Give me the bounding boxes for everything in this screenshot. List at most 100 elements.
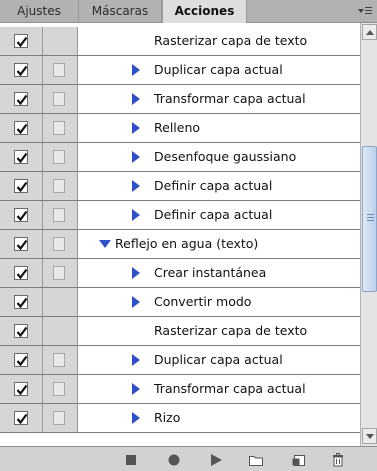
scroll-down-button[interactable] bbox=[362, 428, 377, 444]
expand-triangle-right-icon[interactable] bbox=[132, 209, 140, 221]
action-row[interactable]: Convertir modo bbox=[0, 288, 360, 317]
actions-list: Rasterizar capa de texto Duplicar capa ac… bbox=[0, 23, 360, 446]
toggle-dialog-box[interactable] bbox=[53, 179, 65, 193]
scroll-thumb[interactable] bbox=[362, 146, 377, 292]
action-content: Rasterizar capa de texto bbox=[78, 317, 360, 345]
toggle-item-checkbox[interactable] bbox=[14, 237, 28, 251]
dialog-column bbox=[43, 56, 78, 84]
toggle-dialog-box[interactable] bbox=[53, 63, 65, 77]
action-row[interactable]: Duplicar capa actual bbox=[0, 56, 360, 85]
new-item-icon bbox=[292, 455, 305, 466]
play-selection-button[interactable] bbox=[208, 452, 224, 466]
expand-triangle-right-icon[interactable] bbox=[132, 93, 140, 105]
checkmark-icon bbox=[16, 384, 28, 396]
toggle-item-checkbox[interactable] bbox=[14, 179, 28, 193]
toggle-dialog-box[interactable] bbox=[53, 92, 65, 106]
toggle-column bbox=[0, 56, 43, 84]
action-content: Relleno bbox=[78, 114, 360, 142]
delete-button[interactable] bbox=[330, 452, 346, 467]
record-button[interactable] bbox=[166, 452, 182, 466]
action-content: Desenfoque gaussiano bbox=[78, 143, 360, 171]
folder-icon bbox=[249, 456, 263, 466]
tab-mascaras[interactable]: Máscaras bbox=[79, 0, 162, 22]
dialog-column bbox=[43, 288, 78, 316]
toggle-dialog-box[interactable] bbox=[53, 353, 65, 367]
expand-triangle-down-icon[interactable] bbox=[99, 240, 111, 248]
expand-triangle-right-icon[interactable] bbox=[132, 296, 140, 308]
dialog-column bbox=[43, 375, 78, 403]
dialog-column bbox=[43, 346, 78, 374]
action-row[interactable]: Relleno bbox=[0, 114, 360, 143]
new-action-button[interactable] bbox=[291, 452, 307, 466]
tab-acciones[interactable]: Acciones bbox=[162, 0, 247, 23]
action-label: Rasterizar capa de texto bbox=[154, 323, 308, 338]
toggle-item-checkbox[interactable] bbox=[14, 411, 28, 425]
action-content: Crear instantánea bbox=[78, 259, 360, 287]
toggle-column bbox=[0, 172, 43, 200]
vertical-scrollbar[interactable] bbox=[360, 23, 377, 446]
toggle-item-checkbox[interactable] bbox=[14, 150, 28, 164]
checkmark-icon bbox=[16, 36, 28, 48]
toggle-item-checkbox[interactable] bbox=[14, 353, 28, 367]
toggle-column bbox=[0, 346, 43, 374]
toggle-dialog-box[interactable] bbox=[53, 411, 65, 425]
expand-triangle-right-icon[interactable] bbox=[132, 267, 140, 279]
panel-menu-icon[interactable] bbox=[357, 4, 373, 18]
toggle-column bbox=[0, 230, 43, 258]
toggle-column bbox=[0, 143, 43, 171]
toggle-item-checkbox[interactable] bbox=[14, 324, 28, 338]
arrow-down-icon bbox=[366, 434, 374, 439]
scroll-up-button[interactable] bbox=[362, 24, 377, 40]
expand-triangle-right-icon[interactable] bbox=[132, 383, 140, 395]
dialog-column bbox=[43, 27, 78, 55]
toggle-dialog-box[interactable] bbox=[53, 150, 65, 164]
toggle-dialog-box[interactable] bbox=[53, 237, 65, 251]
dialog-column bbox=[43, 317, 78, 345]
toggle-item-checkbox[interactable] bbox=[14, 295, 28, 309]
expand-triangle-right-icon[interactable] bbox=[132, 122, 140, 134]
action-row[interactable]: Definir capa actual bbox=[0, 172, 360, 201]
dialog-column bbox=[43, 201, 78, 229]
actions-toolbar bbox=[0, 446, 377, 471]
action-row[interactable]: Rasterizar capa de texto bbox=[0, 317, 360, 346]
action-row[interactable]: Crear instantánea bbox=[0, 259, 360, 288]
toggle-item-checkbox[interactable] bbox=[14, 382, 28, 396]
expand-triangle-right-icon[interactable] bbox=[132, 354, 140, 366]
tab-bar: Ajustes Máscaras Acciones bbox=[0, 0, 377, 23]
play-icon bbox=[211, 454, 222, 466]
toggle-dialog-box[interactable] bbox=[53, 121, 65, 135]
action-row[interactable]: Reflejo en agua (texto) bbox=[0, 230, 360, 259]
toggle-item-checkbox[interactable] bbox=[14, 121, 28, 135]
action-content: Transformar capa actual bbox=[78, 375, 360, 403]
expand-triangle-right-icon[interactable] bbox=[132, 151, 140, 163]
toggle-column bbox=[0, 375, 43, 403]
expand-triangle-right-icon[interactable] bbox=[132, 180, 140, 192]
toggle-dialog-box[interactable] bbox=[53, 382, 65, 396]
stop-icon bbox=[126, 455, 136, 465]
expand-triangle-right-icon[interactable] bbox=[132, 64, 140, 76]
action-row[interactable]: Transformar capa actual bbox=[0, 375, 360, 404]
action-row[interactable]: Duplicar capa actual bbox=[0, 346, 360, 375]
stop-playing-button[interactable] bbox=[123, 452, 139, 466]
trash-icon bbox=[333, 453, 343, 467]
expand-triangle-right-icon[interactable] bbox=[132, 412, 140, 424]
tab-ajustes[interactable]: Ajustes bbox=[0, 0, 79, 22]
action-row[interactable]: Rizo bbox=[0, 404, 360, 433]
action-row[interactable]: Transformar capa actual bbox=[0, 85, 360, 114]
toggle-item-checkbox[interactable] bbox=[14, 208, 28, 222]
toggle-dialog-box[interactable] bbox=[53, 266, 65, 280]
action-row[interactable]: Rasterizar capa de texto bbox=[0, 27, 360, 56]
toggle-dialog-box[interactable] bbox=[53, 208, 65, 222]
new-set-button[interactable] bbox=[248, 452, 264, 466]
toggle-item-checkbox[interactable] bbox=[14, 63, 28, 77]
toggle-item-checkbox[interactable] bbox=[14, 266, 28, 280]
toggle-item-checkbox[interactable] bbox=[14, 92, 28, 106]
dialog-column bbox=[43, 404, 78, 432]
action-row[interactable]: Desenfoque gaussiano bbox=[0, 143, 360, 172]
actions-panel: Ajustes Máscaras Acciones Rasterizar cap… bbox=[0, 0, 377, 471]
action-content: Rasterizar capa de texto bbox=[78, 27, 360, 55]
toggle-item-checkbox[interactable] bbox=[14, 34, 28, 48]
dialog-column bbox=[43, 259, 78, 287]
action-row[interactable]: Definir capa actual bbox=[0, 201, 360, 230]
action-label: Transformar capa actual bbox=[154, 381, 306, 396]
